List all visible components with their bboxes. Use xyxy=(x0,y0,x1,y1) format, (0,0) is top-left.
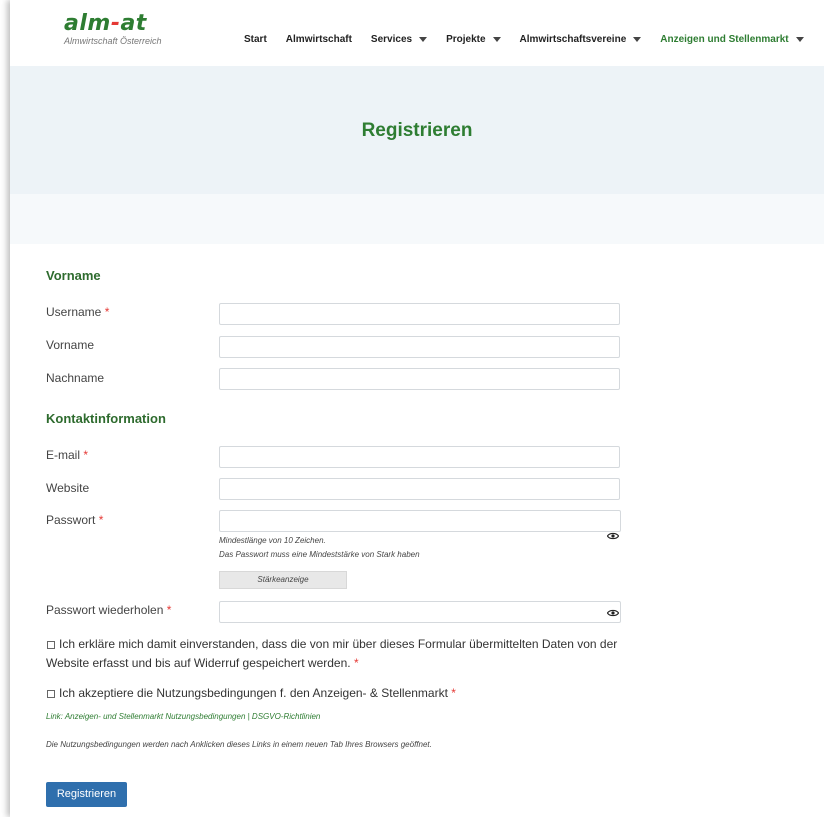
nav-item-start[interactable]: Start xyxy=(244,34,267,45)
main-nav: Start Almwirtschaft Services Projekte Al… xyxy=(244,34,823,45)
required-mark: * xyxy=(83,448,89,462)
lastname-label: Nachname xyxy=(46,371,105,385)
terms-note: Die Nutzungsbedingungen werden nach Ankl… xyxy=(46,740,432,749)
logo-dash: - xyxy=(110,11,121,36)
password-strength-meter: Stärkeanzeige xyxy=(219,571,347,589)
consent-label: Ich erkläre mich damit einverstanden, da… xyxy=(46,637,618,670)
caret-down-icon xyxy=(633,37,642,42)
required-mark: * xyxy=(98,513,104,527)
firstname-label: Vorname xyxy=(46,338,95,352)
password-input[interactable] xyxy=(219,510,621,532)
password-hint-length: Mindestlänge von 10 Zeichen. xyxy=(219,536,326,545)
hero-band xyxy=(10,194,824,244)
firstname-input[interactable] xyxy=(219,336,620,358)
nav-item-anzeigen-stellenmarkt[interactable]: Anzeigen und Stellenmarkt xyxy=(660,34,804,45)
password-repeat-label: Passwort wiederholen * xyxy=(46,603,172,617)
section-title-name: Vorname xyxy=(46,268,101,283)
logo-subtitle: Almwirtschaft Österreich xyxy=(64,36,162,46)
password-hint-strength: Das Passwort muss eine Mindeststärke von… xyxy=(219,550,420,559)
username-input[interactable] xyxy=(219,303,620,325)
section-title-contact: Kontaktinformation xyxy=(46,411,166,426)
email-input[interactable] xyxy=(219,446,620,468)
required-mark: * xyxy=(451,686,456,700)
page-frame: alm-at Almwirtschaft Österreich Start Al… xyxy=(10,0,824,817)
logo-text-part1: alm xyxy=(64,11,111,36)
email-label: E-mail * xyxy=(46,448,89,462)
username-label: Username * xyxy=(46,305,110,319)
site-header: alm-at Almwirtschaft Österreich Start Al… xyxy=(10,0,824,66)
password-repeat-input[interactable] xyxy=(219,601,621,623)
website-label: Website xyxy=(46,481,90,495)
site-logo[interactable]: alm-at Almwirtschaft Österreich xyxy=(64,11,162,47)
caret-down-icon xyxy=(795,37,804,42)
eye-icon[interactable] xyxy=(607,532,619,540)
lastname-input[interactable] xyxy=(219,368,620,390)
register-button[interactable]: Registrieren xyxy=(46,782,127,807)
terms-label: Ich akzeptiere die Nutzungsbedingungen f… xyxy=(59,686,456,700)
page-title: Registrieren xyxy=(361,120,473,141)
nav-item-almwirtschaftsvereine[interactable]: Almwirtschaftsvereine xyxy=(520,34,642,45)
required-mark: * xyxy=(166,603,172,617)
caret-down-icon xyxy=(419,37,428,42)
nav-item-almwirtschaft[interactable]: Almwirtschaft xyxy=(286,34,352,45)
password-label: Passwort * xyxy=(46,513,104,527)
caret-down-icon xyxy=(492,37,501,42)
eye-icon[interactable] xyxy=(607,609,619,617)
page-hero: Registrieren xyxy=(10,66,824,194)
required-mark: * xyxy=(104,305,110,319)
nav-item-services[interactable]: Services xyxy=(371,34,428,45)
terms-link[interactable]: Link: Anzeigen- und Stellenmarkt Nutzung… xyxy=(46,712,320,721)
website-input[interactable] xyxy=(219,478,620,500)
required-mark: * xyxy=(353,656,359,670)
logo-text-part2: at xyxy=(120,11,147,36)
nav-item-projekte[interactable]: Projekte xyxy=(446,34,501,45)
